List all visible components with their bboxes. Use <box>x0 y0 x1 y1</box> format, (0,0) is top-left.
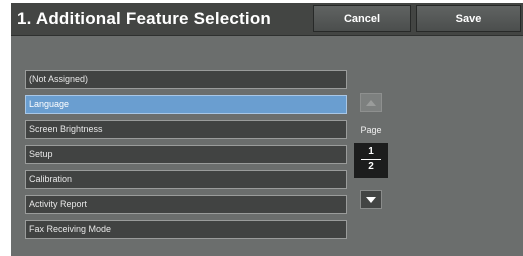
title-bar: 1. Additional Feature Selection Cancel S… <box>11 3 523 36</box>
triangle-up-icon <box>366 99 376 106</box>
page-title: 1. Additional Feature Selection <box>17 9 272 28</box>
page-up-button[interactable] <box>360 93 382 112</box>
total-pages: 2 <box>368 161 374 172</box>
page-label: Page <box>360 125 382 135</box>
list-item-activity-report[interactable]: Activity Report <box>25 195 347 214</box>
list-item-language[interactable]: Language <box>25 95 347 114</box>
list-item-setup[interactable]: Setup <box>25 145 347 164</box>
current-page: 1 <box>368 146 374 157</box>
list-item-fax-receiving-mode[interactable]: Fax Receiving Mode <box>25 220 347 239</box>
cancel-button[interactable]: Cancel <box>313 5 411 32</box>
feature-list: (Not Assigned) Language Screen Brightnes… <box>25 70 347 245</box>
list-item-screen-brightness[interactable]: Screen Brightness <box>25 120 347 139</box>
save-button[interactable]: Save <box>416 5 521 32</box>
triangle-down-icon <box>366 196 376 203</box>
page-separator <box>361 159 381 160</box>
page-indicator: 1 2 <box>354 143 388 178</box>
list-item-not-assigned[interactable]: (Not Assigned) <box>25 70 347 89</box>
page-down-button[interactable] <box>360 190 382 209</box>
screen: 1. Additional Feature Selection Cancel S… <box>11 3 523 256</box>
list-item-calibration[interactable]: Calibration <box>25 170 347 189</box>
